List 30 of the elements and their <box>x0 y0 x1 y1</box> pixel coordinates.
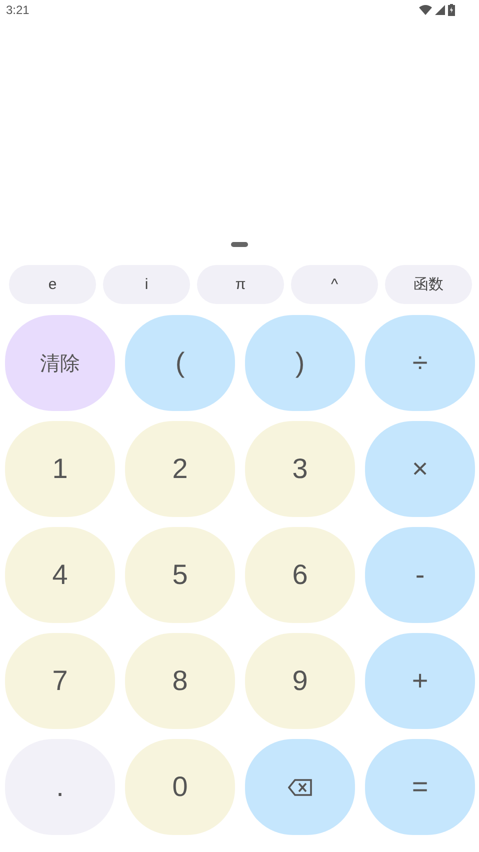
operator-key[interactable]: - <box>365 527 475 623</box>
digit-key[interactable]: 5 <box>125 527 235 623</box>
operator-key[interactable]: + <box>365 633 475 729</box>
digit-key[interactable]: 3 <box>245 421 355 517</box>
status-time: 3:21 <box>6 3 30 17</box>
decimal-point-key[interactable]: . <box>5 739 115 835</box>
operator-key[interactable]: = <box>365 739 475 835</box>
digit-key[interactable]: 6 <box>245 527 355 623</box>
operator-key[interactable]: ) <box>245 315 355 411</box>
digit-key[interactable]: 9 <box>245 633 355 729</box>
function-key[interactable]: 函数 <box>385 265 472 304</box>
digit-key[interactable]: 4 <box>5 527 115 623</box>
drag-handle[interactable] <box>231 242 248 247</box>
battery-icon <box>448 4 455 16</box>
signal-icon <box>435 5 445 15</box>
operator-key[interactable]: × <box>365 421 475 517</box>
function-key[interactable]: ^ <box>291 265 378 304</box>
function-key[interactable]: i <box>103 265 190 304</box>
digit-key[interactable]: 1 <box>5 421 115 517</box>
operator-key[interactable]: ( <box>125 315 235 411</box>
digit-key[interactable]: 2 <box>125 421 235 517</box>
digit-key[interactable]: 8 <box>125 633 235 729</box>
digit-key[interactable]: 7 <box>5 633 115 729</box>
function-key[interactable]: e <box>9 265 96 304</box>
wifi-icon <box>419 5 432 15</box>
clear-key[interactable]: 清除 <box>5 315 115 411</box>
function-key[interactable]: π <box>197 265 284 304</box>
operator-key[interactable]: ÷ <box>365 315 475 411</box>
digit-key[interactable]: 0 <box>125 739 235 835</box>
backspace-icon <box>288 778 312 796</box>
